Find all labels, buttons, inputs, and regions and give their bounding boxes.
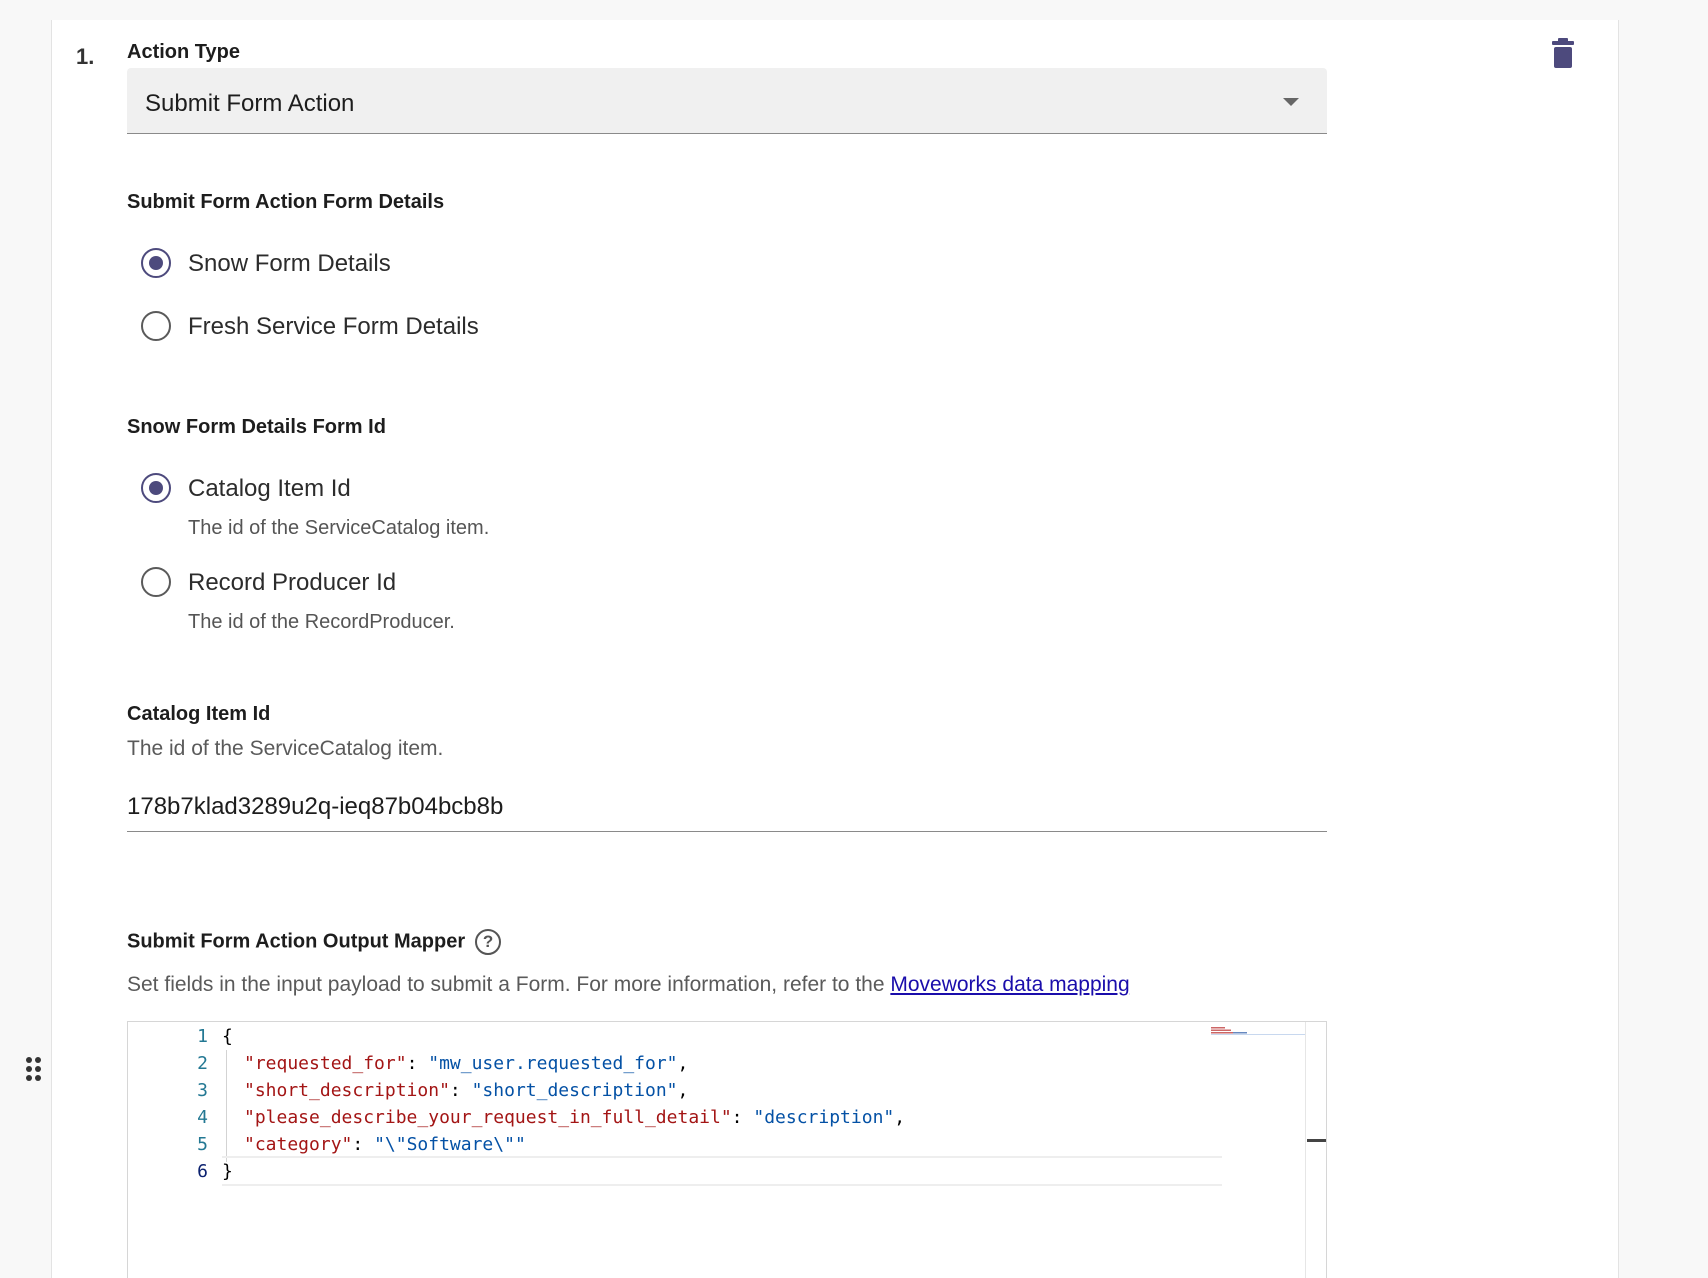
radio-label: Record Producer Id	[188, 569, 397, 596]
line-number: 2	[197, 1053, 208, 1074]
code-line: "please_describe_your_request_in_full_de…	[244, 1107, 905, 1128]
json-tail: ,	[894, 1107, 906, 1128]
vertical-scrollbar[interactable]	[1305, 1022, 1306, 1278]
form-details-label: Submit Form Action Form Details	[127, 191, 445, 213]
action-type-value: Submit Form Action	[145, 90, 355, 117]
json-key: "requested_for"	[244, 1053, 407, 1074]
json-key: "category"	[244, 1134, 353, 1155]
radio-button[interactable]	[141, 248, 171, 278]
line-number-gutter: 1 2 3 4 5 6	[128, 1022, 208, 1278]
radio-label: Catalog Item Id	[188, 475, 351, 502]
record-producer-id-help: The id of the RecordProducer.	[188, 611, 455, 633]
caret-down-icon	[1283, 98, 1299, 106]
radio-button[interactable]	[141, 311, 171, 341]
code-line: }	[222, 1161, 233, 1182]
code-editor[interactable]: 1 2 3 4 5 6 { "requested_for": "mw_user.…	[127, 1021, 1327, 1278]
catalog-item-id-input[interactable]: 178b7klad3289u2q-ieq87b04bcb8b	[127, 788, 1327, 832]
code-line: {	[222, 1026, 233, 1047]
catalog-item-id-value: 178b7klad3289u2q-ieq87b04bcb8b	[127, 793, 504, 820]
code-line: "requested_for": "mw_user.requested_for"…	[244, 1053, 688, 1074]
code-brace: }	[222, 1161, 233, 1182]
json-value: "\"Software\""	[374, 1134, 526, 1155]
output-mapper-label: Submit Form Action Output Mapper?	[127, 929, 502, 955]
action-type-label: Action Type	[127, 41, 240, 63]
catalog-item-id-help: The id of the ServiceCatalog item.	[188, 517, 490, 539]
output-mapper-description: Set fields in the input payload to submi…	[127, 973, 1130, 997]
json-sep: :	[406, 1053, 429, 1074]
json-sep: :	[352, 1134, 375, 1155]
drag-handle-icon[interactable]	[24, 1057, 44, 1083]
minimap[interactable]	[1211, 1026, 1306, 1036]
radio-button[interactable]	[141, 473, 171, 503]
help-circle-icon[interactable]: ?	[475, 929, 502, 955]
form-id-label: Snow Form Details Form Id	[127, 416, 386, 438]
json-tail: ,	[677, 1080, 689, 1101]
json-value: "short_description"	[471, 1080, 678, 1101]
catalog-item-id-label: Catalog Item Id	[127, 703, 271, 725]
json-key: "please_describe_your_request_in_full_de…	[244, 1107, 732, 1128]
scrollbar-position-marker	[1307, 1139, 1326, 1142]
line-number: 5	[197, 1134, 208, 1155]
catalog-item-id-description: The id of the ServiceCatalog item.	[127, 737, 444, 760]
output-mapper-help-text: Set fields in the input payload to submi…	[127, 973, 891, 996]
json-tail: ,	[677, 1053, 689, 1074]
indent-guide	[226, 1050, 227, 1162]
radio-button[interactable]	[141, 567, 171, 597]
trash-icon[interactable]	[1552, 38, 1574, 68]
current-line-highlight	[222, 1156, 1222, 1186]
moveworks-data-mapping-link[interactable]: Moveworks data mapping	[890, 973, 1129, 996]
json-value: "description"	[753, 1107, 895, 1128]
radio-label: Snow Form Details	[188, 250, 391, 277]
json-sep: :	[449, 1080, 472, 1101]
json-sep: :	[731, 1107, 754, 1128]
json-key: "short_description"	[244, 1080, 450, 1101]
line-number: 1	[197, 1026, 208, 1047]
code-line: "category": "\"Software\""	[244, 1134, 526, 1155]
code-brace: {	[222, 1026, 233, 1047]
line-number: 4	[197, 1107, 208, 1128]
line-number: 6	[197, 1161, 208, 1182]
step-number: 1.	[76, 44, 95, 69]
line-number: 3	[197, 1080, 208, 1101]
action-type-select[interactable]: Submit Form Action	[127, 68, 1327, 134]
output-mapper-title: Submit Form Action Output Mapper	[127, 930, 466, 953]
code-line: "short_description": "short_description"…	[244, 1080, 688, 1101]
json-value: "mw_user.requested_for"	[428, 1053, 678, 1074]
radio-label: Fresh Service Form Details	[188, 313, 479, 340]
